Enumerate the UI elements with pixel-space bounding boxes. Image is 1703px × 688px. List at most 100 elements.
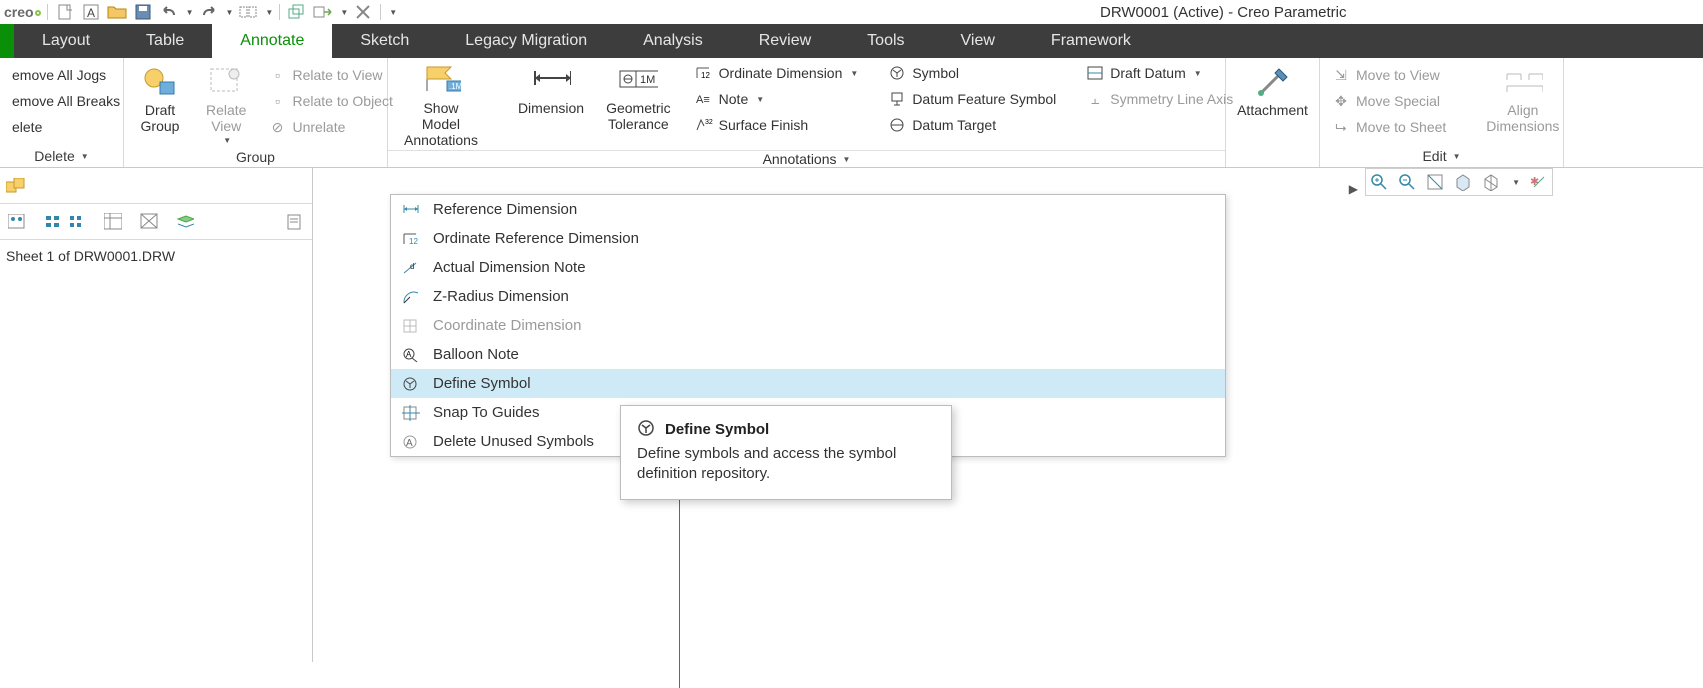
draft-datum-icon: [1086, 64, 1104, 82]
delete-small-button[interactable]: elete: [8, 116, 124, 138]
datum-feature-symbol-button[interactable]: Datum Feature Symbol: [884, 88, 1060, 110]
shade-icon[interactable]: [1454, 173, 1472, 191]
new-icon[interactable]: [54, 1, 76, 23]
menu-actual-dimension-note[interactable]: dActual Dimension Note: [391, 253, 1225, 282]
svg-text:12: 12: [701, 71, 710, 80]
tab-layout[interactable]: Layout: [14, 24, 118, 58]
flag-icon: .1M: [421, 62, 461, 98]
sheet-label[interactable]: Sheet 1 of DRW0001.DRW: [6, 248, 306, 264]
dimension-icon: [531, 62, 571, 98]
move-special-button[interactable]: ✥Move Special: [1328, 90, 1450, 112]
tree-grid-icon[interactable]: [140, 213, 158, 231]
ordinate-dimension-button[interactable]: 12Ordinate Dimension ▼: [691, 62, 863, 84]
tree-settings-icon[interactable]: [286, 213, 304, 231]
tab-analysis[interactable]: Analysis: [615, 24, 731, 58]
title-bar: creo A ▼ ▼ ▼ ▼ ▼ DRW0001 (Active) - Creo…: [0, 0, 1703, 24]
menu-z-radius-dimension[interactable]: Z-Radius Dimension: [391, 282, 1225, 311]
font-icon[interactable]: A: [80, 1, 102, 23]
group-group-caption: Group: [124, 147, 387, 167]
tab-framework[interactable]: Framework: [1023, 24, 1159, 58]
geom-tol-icon: 1M: [618, 62, 658, 98]
zoom-out-icon[interactable]: [1398, 173, 1416, 191]
ordinate-icon: 12: [695, 64, 713, 82]
actual-dim-icon: d: [401, 259, 421, 277]
menu-define-symbol[interactable]: Define Symbol: [391, 369, 1225, 398]
zoom-in-icon[interactable]: [1370, 173, 1388, 191]
orient-icon[interactable]: [1482, 173, 1500, 191]
menu-coordinate-dimension: Coordinate Dimension: [391, 311, 1225, 340]
export-icon[interactable]: [312, 1, 334, 23]
z-radius-icon: [401, 288, 421, 306]
view-toolbar: ▼ ✱: [1365, 168, 1553, 196]
tree-list-icon[interactable]: [104, 213, 122, 231]
move-to-view-icon: ⇲: [1332, 66, 1350, 84]
menu-balloon-note[interactable]: ABalloon Note: [391, 340, 1225, 369]
edit-group-caption[interactable]: Edit▼: [1320, 145, 1563, 167]
tab-annotate[interactable]: Annotate: [212, 24, 332, 58]
close-icon[interactable]: [352, 1, 374, 23]
undo-icon[interactable]: [158, 1, 180, 23]
align-dimensions-button[interactable]: Align Dimensions: [1478, 62, 1567, 136]
tree-tabs-icon[interactable]: [4, 177, 30, 195]
windows-icon[interactable]: [286, 1, 308, 23]
expand-chevron-icon[interactable]: ▶: [1349, 182, 1358, 196]
tooltip-title: Define Symbol: [665, 421, 769, 438]
remove-all-jogs-button[interactable]: emove All Jogs: [8, 64, 124, 86]
tooltip: Define Symbol Define symbols and access …: [620, 405, 952, 500]
model-tree-panel: Sheet 1 of DRW0001.DRW: [0, 168, 313, 662]
tab-review[interactable]: Review: [731, 24, 839, 58]
move-to-sheet-icon: ⮡: [1332, 118, 1350, 136]
relate-to-view-button[interactable]: ▫Relate to View: [264, 64, 396, 86]
unrelate-button[interactable]: ⊘Unrelate: [264, 116, 396, 138]
delete-group-caption[interactable]: Delete▼: [0, 145, 123, 167]
redo-icon[interactable]: [198, 1, 220, 23]
qat-customize-icon[interactable]: ▼: [389, 8, 397, 17]
open-icon[interactable]: [106, 1, 128, 23]
svg-text:A≡: A≡: [696, 94, 710, 106]
tree-expand-icon[interactable]: [68, 213, 86, 231]
refit-icon[interactable]: [1426, 173, 1444, 191]
symbol-icon: [888, 64, 906, 82]
balloon-icon: A: [401, 346, 421, 364]
draft-group-button[interactable]: Draft Group: [132, 62, 188, 136]
surface-finish-icon: 32: [695, 116, 713, 134]
svg-text:.1M: .1M: [449, 82, 461, 91]
datum-target-icon: [888, 116, 906, 134]
surface-finish-button[interactable]: 32Surface Finish: [691, 114, 863, 136]
snap-guides-icon: [401, 404, 421, 422]
annotations-overflow-button[interactable]: Annotations▼: [388, 150, 1225, 167]
geometric-tolerance-button[interactable]: 1M Geometric Tolerance: [598, 60, 679, 134]
relate-to-object-icon: ▫: [268, 92, 286, 110]
menu-reference-dimension[interactable]: Reference Dimension: [391, 195, 1225, 224]
symmetry-line-axis-button[interactable]: ⫠Symmetry Line Axis: [1082, 88, 1237, 110]
draft-datum-button[interactable]: Draft Datum ▼: [1082, 62, 1237, 84]
tree-layers-icon[interactable]: [176, 213, 194, 231]
file-tab[interactable]: [0, 24, 14, 58]
tab-legacy-migration[interactable]: Legacy Migration: [437, 24, 615, 58]
remove-all-breaks-button[interactable]: emove All Breaks: [8, 90, 124, 112]
note-button[interactable]: A≡Note ▼: [691, 88, 863, 110]
move-special-icon: ✥: [1332, 92, 1350, 110]
tab-table[interactable]: Table: [118, 24, 212, 58]
tree-collapse-icon[interactable]: [44, 213, 62, 231]
regenerate-icon[interactable]: [237, 1, 259, 23]
move-to-view-button[interactable]: ⇲Move to View: [1328, 64, 1450, 86]
relate-to-object-button[interactable]: ▫Relate to Object: [264, 90, 396, 112]
datum-target-button[interactable]: Datum Target: [884, 114, 1060, 136]
menu-ordinate-reference-dimension[interactable]: 12Ordinate Reference Dimension: [391, 224, 1225, 253]
define-symbol-icon: [401, 375, 421, 393]
symbol-button[interactable]: Symbol: [884, 62, 1060, 84]
annotation-display-icon[interactable]: ✱: [1530, 173, 1548, 191]
tab-tools[interactable]: Tools: [839, 24, 932, 58]
svg-text:A: A: [406, 438, 413, 449]
dimension-button[interactable]: Dimension: [510, 60, 592, 118]
tree-icon-1[interactable]: [8, 213, 26, 231]
move-to-sheet-button[interactable]: ⮡Move to Sheet: [1328, 116, 1450, 138]
tab-sketch[interactable]: Sketch: [332, 24, 437, 58]
tab-view[interactable]: View: [933, 24, 1023, 58]
show-model-annotations-button[interactable]: .1M Show Model Annotations: [396, 60, 486, 150]
attachment-button[interactable]: Attachment: [1229, 62, 1316, 120]
save-icon[interactable]: [132, 1, 154, 23]
tooltip-define-symbol-icon: [637, 420, 655, 438]
relate-view-button[interactable]: Relate View▼: [198, 62, 254, 147]
